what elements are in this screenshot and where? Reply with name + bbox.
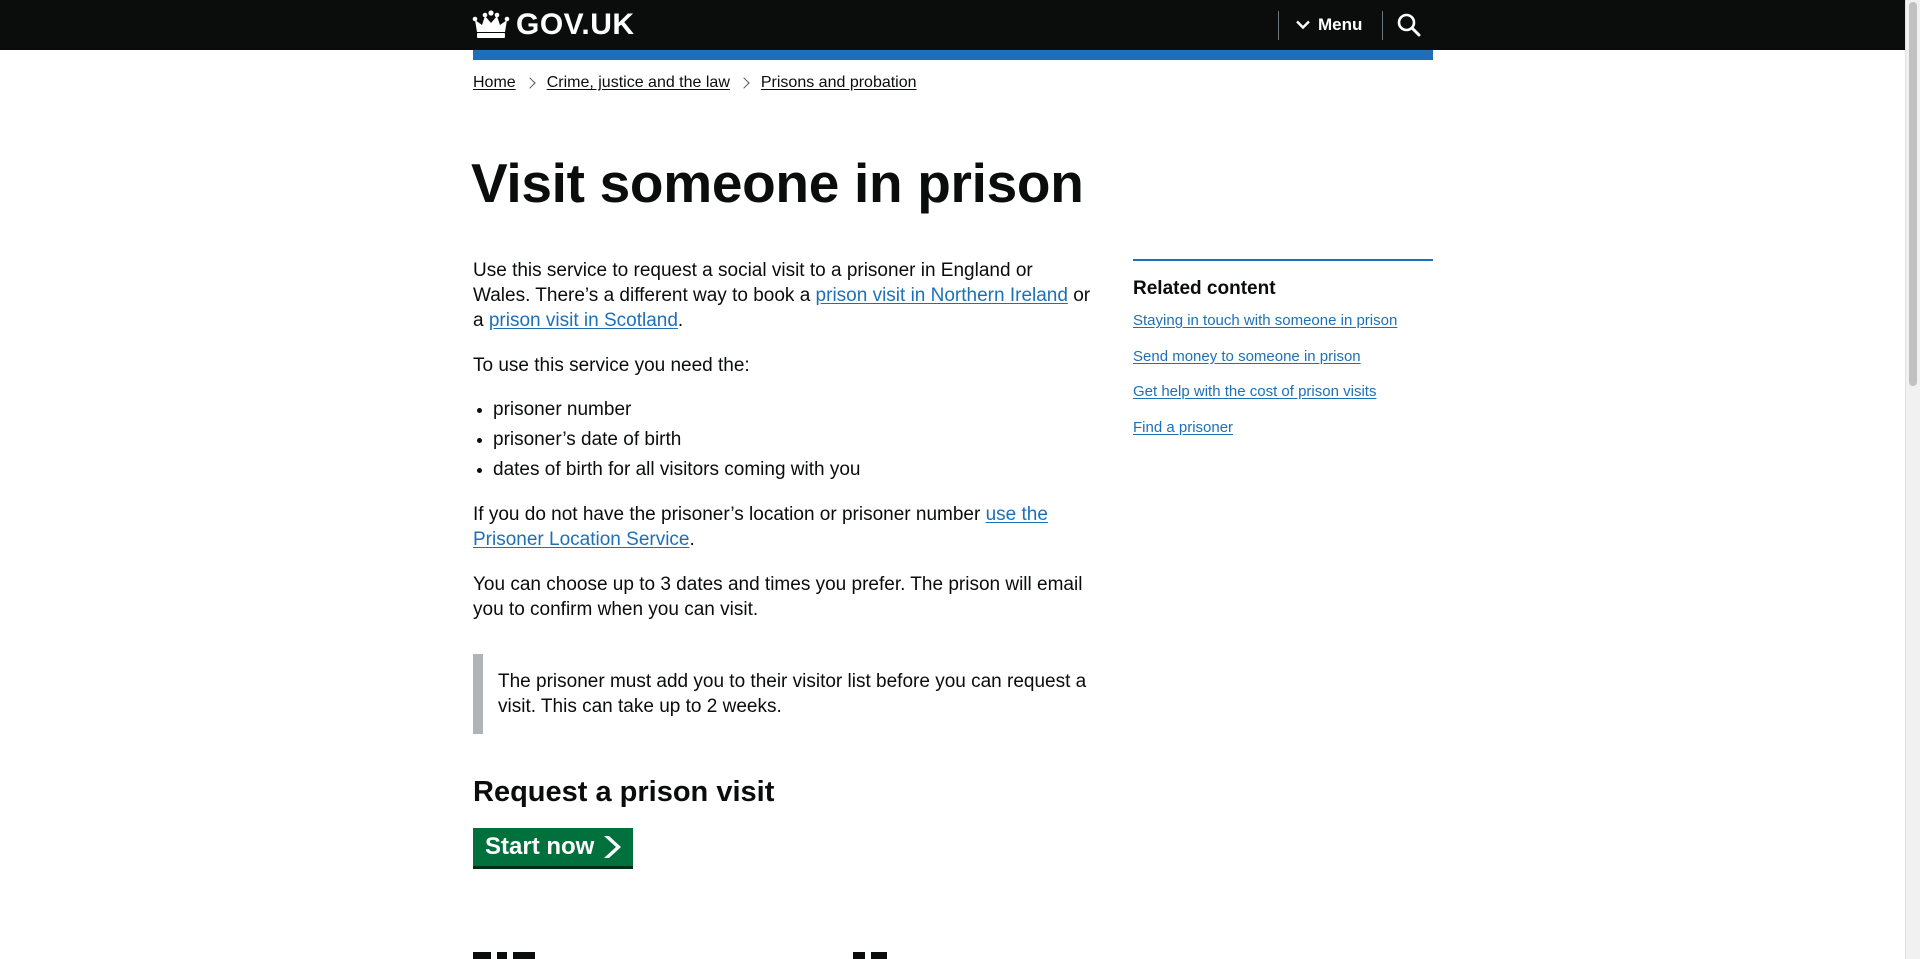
- related-link-send-money[interactable]: Send money to someone in prison: [1133, 348, 1361, 365]
- header-divider: [1382, 11, 1383, 40]
- page-title: Visit someone in prison: [471, 152, 1084, 214]
- location-paragraph: If you do not have the prisoner’s locati…: [473, 502, 1095, 552]
- list-item: prisoner’s date of birth: [477, 425, 1095, 455]
- requirements-intro: To use this service you need the:: [473, 355, 750, 376]
- list-item: Get help with the cost of prison visits: [1133, 382, 1433, 402]
- breadcrumb-chevron-icon: [524, 77, 536, 89]
- main-content: Use this service to request a social vis…: [473, 258, 1095, 866]
- arrow-right-icon: [604, 835, 622, 858]
- inset-paragraph: The prisoner must add you to their visit…: [498, 671, 1087, 717]
- link-northern-ireland[interactable]: prison visit in Northern Ireland: [816, 285, 1068, 306]
- start-button-label: Start now: [485, 833, 595, 860]
- crown-icon: [472, 10, 510, 38]
- intro-paragraph: Use this service to request a social vis…: [473, 258, 1095, 333]
- related-link-staying-in-touch[interactable]: Staying in touch with someone in prison: [1133, 312, 1397, 329]
- related-links-list: Staying in touch with someone in prison …: [1133, 311, 1433, 438]
- logo-text: GOV.UK: [516, 8, 635, 41]
- breadcrumb: Home Crime, justice and the law Prisons …: [473, 74, 917, 92]
- site-header: GOV.UK Menu: [0, 0, 1906, 50]
- cut-off-heading: [473, 952, 1033, 959]
- requirements-list: prisoner number prisoner’s date of birth…: [473, 395, 1095, 485]
- page-scrollbar[interactable]: [1905, 0, 1920, 959]
- link-scotland[interactable]: prison visit in Scotland: [489, 310, 678, 331]
- inset-text: The prisoner must add you to their visit…: [473, 654, 1095, 734]
- scrollbar-thumb[interactable]: [1909, 2, 1917, 386]
- intro-text-end: .: [677, 310, 684, 331]
- header-divider: [1278, 11, 1279, 40]
- list-item: prisoner number: [477, 395, 1095, 425]
- breadcrumb-chevron-icon: [738, 77, 750, 89]
- related-link-find-prisoner[interactable]: Find a prisoner: [1133, 419, 1233, 436]
- choose-dates-paragraph: You can choose up to 3 dates and times y…: [473, 574, 1083, 620]
- location-text-end: .: [689, 529, 695, 550]
- location-text: If you do not have the prisoner’s locati…: [473, 504, 986, 525]
- request-heading: Request a prison visit: [473, 776, 775, 808]
- list-item: Find a prisoner: [1133, 418, 1433, 438]
- breadcrumb-home[interactable]: Home: [473, 74, 516, 92]
- menu-label: Menu: [1318, 15, 1363, 34]
- chevron-down-icon: [1296, 20, 1310, 30]
- list-item: dates of birth for all visitors coming w…: [477, 455, 1095, 485]
- list-item: Staying in touch with someone in prison: [1133, 311, 1433, 331]
- search-button[interactable]: [1396, 12, 1422, 38]
- govuk-logo-link[interactable]: GOV.UK: [472, 8, 635, 42]
- related-content: Related content Staying in touch with so…: [1133, 259, 1433, 453]
- start-now-button[interactable]: Start now: [473, 828, 634, 866]
- menu-button[interactable]: Menu: [1296, 12, 1362, 38]
- breadcrumb-crime-justice[interactable]: Crime, justice and the law: [547, 74, 730, 92]
- search-icon: [1397, 13, 1421, 37]
- related-content-title: Related content: [1133, 278, 1276, 299]
- header-accent-bar: [473, 50, 1433, 60]
- breadcrumb-prisons-probation[interactable]: Prisons and probation: [761, 74, 917, 92]
- list-item: Send money to someone in prison: [1133, 347, 1433, 367]
- related-link-help-cost[interactable]: Get help with the cost of prison visits: [1133, 383, 1376, 400]
